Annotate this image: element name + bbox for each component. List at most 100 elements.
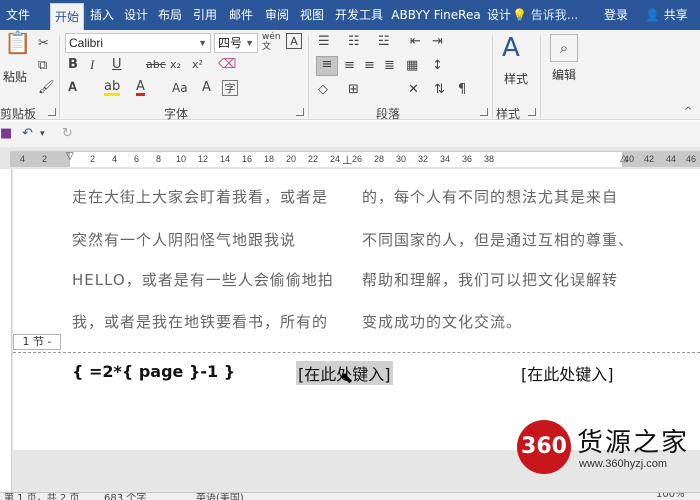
text-effects-icon[interactable]: 𝐀 bbox=[68, 80, 77, 96]
change-case-icon[interactable]: Aa bbox=[172, 80, 188, 96]
font-color-icon[interactable]: A bbox=[136, 80, 145, 96]
font-size-select[interactable]: 四号 ▼ bbox=[214, 33, 258, 53]
styles-launcher-icon[interactable] bbox=[528, 108, 536, 116]
vertical-ruler[interactable] bbox=[0, 169, 12, 492]
align-center-icon[interactable]: ≡ bbox=[344, 58, 355, 74]
line-spacing-icon[interactable]: ↕ bbox=[432, 58, 443, 74]
enclose-char-icon[interactable]: 字 bbox=[222, 80, 238, 96]
font-launcher-icon[interactable] bbox=[296, 108, 304, 116]
tab-stop-marker-icon[interactable]: ⊥ bbox=[342, 152, 352, 168]
redo-icon[interactable]: ↻ bbox=[62, 126, 73, 142]
paragraph-launcher-icon[interactable] bbox=[480, 108, 488, 116]
collapse-ribbon-icon[interactable]: ^ bbox=[684, 104, 692, 120]
header-placeholder-right[interactable]: [在此处键入] bbox=[521, 361, 614, 385]
ruler-number: 36 bbox=[462, 154, 473, 164]
clipboard-launcher-icon[interactable] bbox=[48, 108, 56, 116]
numbering-icon[interactable]: ☷ bbox=[348, 34, 360, 50]
tab-home[interactable]: 开始 bbox=[50, 3, 84, 30]
ruler-number: 2 bbox=[90, 154, 96, 164]
undo-icon[interactable]: ↶ bbox=[22, 126, 33, 142]
bold-icon[interactable]: B bbox=[68, 57, 78, 73]
tab-review[interactable]: 审阅 bbox=[260, 0, 294, 30]
align-left-icon[interactable]: ≡ bbox=[316, 56, 338, 76]
login-link[interactable]: 登录 bbox=[604, 0, 628, 30]
decrease-indent-icon[interactable]: ⇤ bbox=[410, 34, 421, 50]
ruler-number: 38 bbox=[484, 154, 495, 164]
body-line-right-4[interactable]: 变成成功的文化交流。 bbox=[362, 311, 522, 332]
styles-button[interactable]: 样式 bbox=[496, 70, 536, 87]
body-line-right-2[interactable]: 不同国家的人，但是通过互相的尊重、 bbox=[362, 229, 634, 250]
ruler-number: 4 bbox=[112, 154, 118, 164]
save-icon[interactable]: ■ bbox=[0, 126, 12, 142]
multilevel-list-icon[interactable]: ☳ bbox=[378, 34, 390, 50]
status-words[interactable]: 683 个字 bbox=[104, 493, 146, 500]
ruler-number: 22 bbox=[308, 154, 319, 164]
status-bar: 第 1 页，共 2 页 683 个字 英语(美国) 100% bbox=[0, 492, 700, 500]
ruler-number: 4 bbox=[20, 154, 26, 164]
subscript-icon[interactable]: x₂ bbox=[170, 57, 181, 73]
copy-icon[interactable]: ⧉ bbox=[38, 58, 47, 74]
styles-icon[interactable]: A bbox=[502, 34, 520, 62]
bullets-icon[interactable]: ☰ bbox=[318, 34, 330, 50]
shading-icon[interactable]: ◇ bbox=[318, 82, 328, 98]
borders-icon[interactable]: ⊞ bbox=[348, 82, 359, 98]
horizontal-ruler[interactable]: 4 2 2 4 6 8 10 12 14 16 18 20 22 24 26 2… bbox=[10, 151, 700, 167]
phonetic-guide-icon[interactable]: wén 文 bbox=[262, 32, 281, 52]
font-name-select[interactable]: Calibri ▼ bbox=[65, 33, 211, 53]
grow-font-icon[interactable]: A bbox=[202, 80, 211, 96]
justify-icon[interactable]: ≣ bbox=[384, 58, 395, 74]
char-border-icon[interactable]: A bbox=[286, 33, 302, 49]
body-line-left-3[interactable]: HELLO，或者是有一些人会偷偷地拍 bbox=[72, 269, 334, 290]
chinese-layout-icon[interactable]: ✕ bbox=[408, 82, 419, 98]
first-line-indent-marker-icon[interactable]: ▽ bbox=[66, 149, 74, 165]
right-indent-marker-icon[interactable]: △ bbox=[620, 151, 628, 167]
ruler-number: 2 bbox=[42, 154, 48, 164]
ruler-number: 10 bbox=[176, 154, 187, 164]
ruler-number: 20 bbox=[286, 154, 297, 164]
logo-url: www.360hyzj.com bbox=[579, 458, 668, 470]
tab-design[interactable]: 设计 bbox=[120, 0, 152, 30]
tab-view[interactable]: 视图 bbox=[296, 0, 328, 30]
body-line-right-1[interactable]: 的，每个人有不同的想法尤其是来自 bbox=[362, 186, 618, 207]
tab-developer[interactable]: 开发工具 bbox=[330, 0, 388, 30]
italic-icon[interactable]: I bbox=[90, 57, 94, 73]
tab-references[interactable]: 引用 bbox=[188, 0, 222, 30]
body-line-left-2[interactable]: 突然有一个人阴阳怪气地跟我说 bbox=[72, 229, 296, 250]
status-language[interactable]: 英语(美国) bbox=[196, 493, 244, 500]
tab-insert[interactable]: 插入 bbox=[86, 0, 118, 30]
show-marks-icon[interactable]: ¶ bbox=[458, 82, 466, 98]
search-icon[interactable]: ⌕ bbox=[550, 34, 578, 62]
tab-file[interactable]: 文件 bbox=[0, 0, 36, 30]
ruler-number: 8 bbox=[156, 154, 162, 164]
underline-icon[interactable]: U bbox=[112, 57, 122, 73]
chevron-down-icon: ▼ bbox=[198, 38, 207, 48]
tab-header-design[interactable]: 设计 bbox=[484, 0, 514, 30]
align-right-icon[interactable]: ≡ bbox=[364, 58, 375, 74]
status-zoom[interactable]: 100% bbox=[656, 493, 685, 500]
tab-layout[interactable]: 布局 bbox=[154, 0, 186, 30]
strikethrough-icon[interactable]: abc bbox=[146, 57, 166, 73]
editing-button[interactable]: 编辑 bbox=[544, 66, 584, 83]
status-page[interactable]: 第 1 页，共 2 页 bbox=[4, 493, 79, 500]
page-field-code[interactable]: { =2*{ page }-1 } bbox=[72, 362, 235, 381]
chevron-down-icon[interactable]: ▾ bbox=[40, 126, 45, 142]
tab-abbyy[interactable]: ABBYY FineRea bbox=[390, 0, 482, 30]
body-line-left-4[interactable]: 我，或者是我在地铁要看书，所有的 bbox=[72, 311, 328, 332]
superscript-icon[interactable]: x² bbox=[192, 57, 203, 73]
paste-button[interactable]: 粘贴 bbox=[0, 68, 30, 85]
distribute-icon[interactable]: ▦ bbox=[406, 58, 418, 74]
tell-me-box[interactable]: 💡 告诉我... bbox=[512, 0, 578, 30]
sort-icon[interactable]: ⇅ bbox=[434, 82, 445, 98]
paste-icon[interactable]: 📋 bbox=[4, 33, 31, 55]
share-button[interactable]: 👤 共享 bbox=[645, 0, 688, 30]
tab-mailings[interactable]: 邮件 bbox=[224, 0, 258, 30]
increase-indent-icon[interactable]: ⇥ bbox=[432, 34, 443, 50]
body-line-right-3[interactable]: 帮助和理解，我们可以把文化误解转 bbox=[362, 269, 618, 290]
ruler-number: 44 bbox=[666, 154, 677, 164]
format-painter-icon[interactable]: 🖌 bbox=[38, 80, 55, 96]
body-line-left-1[interactable]: 走在大街上大家会盯着我看，或者是 bbox=[72, 186, 328, 207]
highlight-color-icon[interactable]: ab bbox=[104, 80, 121, 96]
cut-icon[interactable]: ✂ bbox=[38, 36, 49, 52]
document-page[interactable] bbox=[13, 169, 700, 450]
clear-formatting-icon[interactable]: ⌫ bbox=[218, 57, 236, 73]
